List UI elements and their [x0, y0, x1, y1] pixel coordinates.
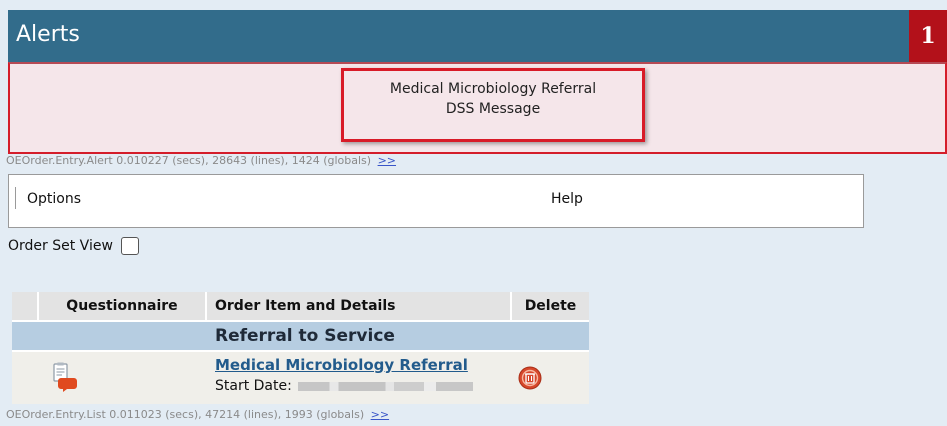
menu-bar: Options Help	[8, 174, 864, 228]
alerts-count-badge[interactable]: 1	[909, 10, 947, 62]
table-header-row: Questionnaire Order Item and Details Del…	[12, 292, 589, 320]
list-perf-more-link[interactable]: >>	[371, 408, 389, 421]
alert-message-type: DSS Message	[445, 101, 541, 117]
alert-message-box[interactable]: Medical Microbiology Referral DSS Messag…	[341, 68, 645, 142]
header-delete: Delete	[524, 298, 577, 314]
order-set-view-checkbox[interactable]	[120, 237, 139, 255]
menu-grip-handle	[15, 187, 16, 209]
alerts-header: Alerts 1	[8, 10, 947, 62]
order-item-start-date: Start Date:	[215, 378, 473, 394]
header-order-item: Order Item and Details	[207, 292, 512, 320]
alert-perf-text: OEOrder.Entry.Alert 0.010227 (secs), 286…	[6, 154, 372, 167]
alert-message-title: Medical Microbiology Referral	[389, 81, 597, 97]
group-row: Referral to Service	[12, 320, 589, 350]
list-perf-text: OEOrder.Entry.List 0.011023 (secs), 4721…	[6, 408, 365, 421]
alert-panel: Medical Microbiology Referral DSS Messag…	[8, 62, 947, 154]
alert-perf-more-link[interactable]: >>	[378, 154, 396, 167]
menu-help[interactable]: Help	[551, 191, 583, 207]
order-item-table: Questionnaire Order Item and Details Del…	[12, 292, 589, 404]
order-set-view-label: Order Set View	[8, 238, 113, 254]
group-label: Referral to Service	[215, 326, 395, 346]
header-questionnaire: Questionnaire	[39, 292, 207, 320]
menu-options[interactable]: Options	[27, 191, 81, 207]
table-row: Medical Microbiology Referral Start Date…	[12, 350, 589, 404]
questionnaire-icon[interactable]	[50, 362, 78, 392]
alerts-title: Alerts	[16, 22, 80, 47]
delete-icon[interactable]	[518, 366, 542, 390]
start-date-label: Start Date:	[215, 378, 292, 394]
alert-perf-info: OEOrder.Entry.Alert 0.010227 (secs), 286…	[6, 154, 396, 167]
redacted-start-date	[297, 381, 473, 391]
order-set-view: Order Set View	[8, 237, 139, 255]
header-select-column	[12, 292, 39, 320]
order-item-link[interactable]: Medical Microbiology Referral	[215, 356, 468, 374]
list-perf-info: OEOrder.Entry.List 0.011023 (secs), 4721…	[6, 408, 389, 421]
